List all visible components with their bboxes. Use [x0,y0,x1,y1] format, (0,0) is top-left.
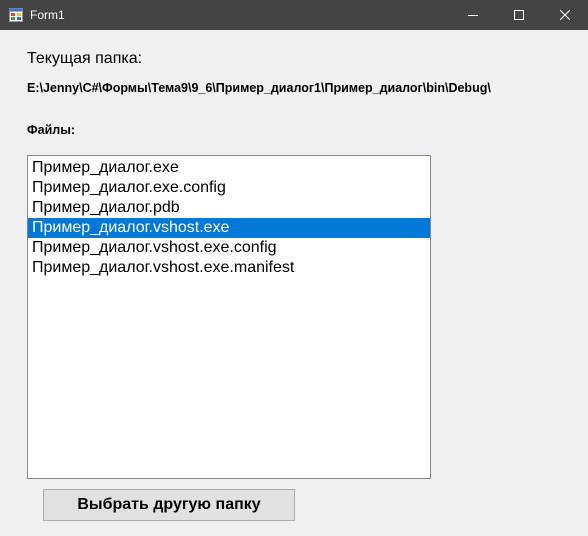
file-list-item[interactable]: Пример_диалог.vshost.exe.manifest [28,258,430,278]
file-list-item[interactable]: Пример_диалог.exe [28,158,430,178]
files-list-items: Пример_диалог.exe Пример_диалог.exe.confi… [28,156,430,278]
minimize-button[interactable] [450,0,496,30]
choose-folder-button[interactable]: Выбрать другую папку [43,489,295,521]
current-folder-label: Текущая папка: [27,50,143,67]
form1-window: Form1 Текущая папка: E:\Jenny\C#\Формы\Т… [0,0,588,536]
close-icon [560,10,570,20]
maximize-icon [514,10,524,20]
file-list-item[interactable]: Пример_диалог.vshost.exe.config [28,238,430,258]
files-label: Файлы: [27,123,76,137]
app-icon [9,8,23,22]
window-title: Form1 [30,8,65,22]
file-list-item[interactable]: Пример_диалог.exe.config [28,178,430,198]
file-list-item[interactable]: Пример_диалог.vshost.exe [28,218,430,238]
title-bar[interactable]: Form1 [0,0,588,30]
files-listbox[interactable]: Пример_диалог.exe Пример_диалог.exe.confi… [27,155,431,479]
minimize-icon [468,15,478,16]
close-button[interactable] [542,0,588,30]
folder-path-label: E:\Jenny\C#\Формы\Тема9\9_6\Пример_диало… [27,81,491,95]
file-list-item[interactable]: Пример_диалог.pdb [28,198,430,218]
maximize-button[interactable] [496,0,542,30]
